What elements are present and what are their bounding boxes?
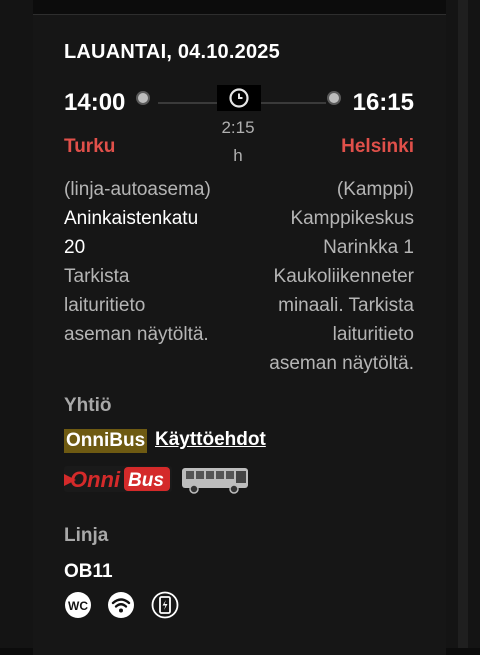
departure-dot (136, 91, 150, 105)
address-line: laituritieto (332, 324, 414, 345)
address-line: Narinkka 1 (323, 237, 414, 258)
bus-icon (180, 466, 252, 499)
trip-date: LAUANTAI, 04.10.2025 (64, 41, 280, 63)
wifi-icon (107, 591, 135, 619)
route-section-label: Linja (64, 525, 109, 546)
svg-text:Bus: Bus (128, 470, 164, 491)
address-line: aseman näytöltä. (64, 324, 209, 345)
svg-text:Onni: Onni (70, 467, 121, 492)
terms-link[interactable]: Käyttöehdot (155, 429, 266, 451)
departure-time: 14:00 (64, 89, 126, 116)
address-line: Aninkaistenkatu (64, 208, 199, 229)
arrival-city: Helsinki (341, 136, 414, 157)
address-line: (linja-autoasema) (64, 179, 211, 200)
charging-icon (151, 591, 179, 619)
departure-city: Turku (64, 136, 116, 157)
arrival-address: (Kamppi) Kamppikeskus Narinkka 1 Kaukoli… (239, 175, 414, 378)
duration-unit: h (233, 146, 243, 165)
clock-icon (217, 85, 261, 111)
company-section-label: Yhtiö (64, 395, 112, 416)
departure-address: (linja-autoasema) Aninkaistenkatu 20 Tar… (64, 175, 239, 349)
address-line: minaali. Tarkista (278, 295, 414, 316)
route-code: OB11 (64, 561, 113, 582)
left-backdrop (0, 0, 33, 648)
address-line: Tarkista (64, 266, 130, 287)
duration-value: 2:15 (221, 118, 255, 137)
trip-card: LAUANTAI, 04.10.2025 14:00 16:15 2:15 h … (33, 14, 446, 655)
company-name: OnniBus (64, 429, 148, 453)
arrival-dot (327, 91, 341, 105)
address-line: (Kamppi) (336, 179, 414, 200)
right-backdrop (446, 0, 480, 648)
address-line: 20 (64, 237, 86, 258)
scroll-edge (458, 0, 468, 648)
wc-icon: WC (64, 591, 92, 619)
address-line: aseman näytöltä. (269, 353, 414, 374)
wc-label: WC (68, 599, 88, 613)
onnibus-logo: Onni Bus (64, 464, 176, 499)
arrival-time: 16:15 (352, 89, 414, 116)
address-line: Kamppikeskus (290, 208, 414, 229)
address-line: Kaukoliikenneter (273, 266, 414, 287)
address-line: laituritieto (64, 295, 146, 316)
